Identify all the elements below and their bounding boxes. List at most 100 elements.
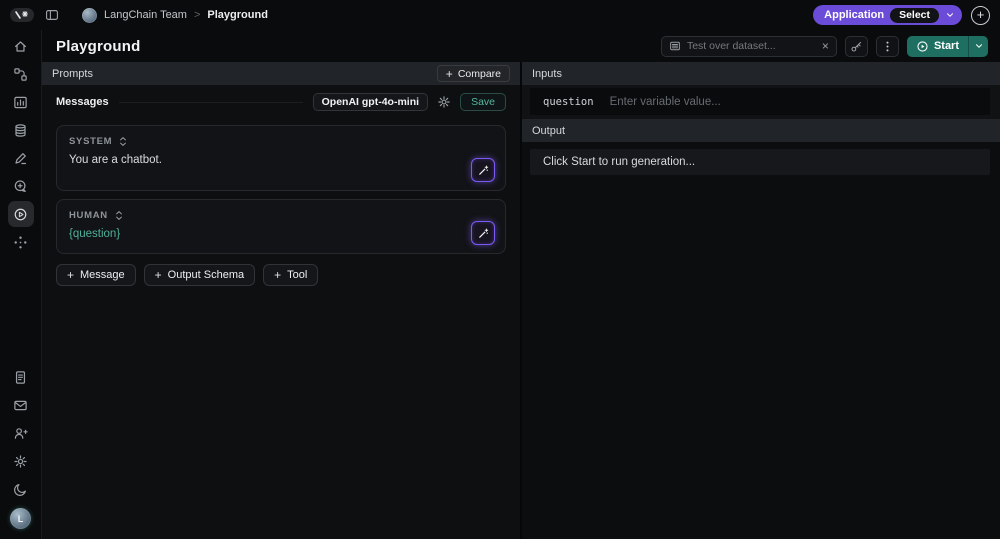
add-output-schema-label: Output Schema bbox=[167, 269, 245, 281]
deployment-icon bbox=[14, 236, 27, 248]
model-selector-button[interactable]: OpenAI gpt-4o-mini bbox=[312, 93, 429, 111]
sidebar-item-settings[interactable] bbox=[8, 448, 34, 474]
document-icon bbox=[15, 370, 26, 384]
add-message-button[interactable]: + Message bbox=[56, 264, 136, 286]
gear-icon bbox=[438, 96, 450, 108]
model-controls: OpenAI gpt-4o-mini Save bbox=[312, 93, 506, 111]
inputs-title: Inputs bbox=[532, 67, 562, 80]
workflow-icon bbox=[14, 67, 27, 81]
run-controls: × bbox=[660, 35, 988, 57]
inputs-section: question bbox=[522, 85, 1000, 119]
add-message-label: Message bbox=[80, 269, 125, 281]
user-avatar[interactable]: L bbox=[10, 508, 31, 529]
add-buttons-row: + Message + Output Schema + Tool bbox=[56, 264, 506, 286]
human-role-label: HUMAN bbox=[69, 210, 108, 221]
api-key-button[interactable] bbox=[844, 35, 868, 57]
bar-chart-icon bbox=[14, 96, 27, 108]
ai-improve-button[interactable] bbox=[471, 158, 495, 182]
langsmith-logo[interactable] bbox=[10, 8, 34, 22]
sidebar-item-docs[interactable] bbox=[8, 364, 34, 390]
output-title: Output bbox=[532, 124, 566, 137]
io-panel: Inputs question Output Click Start to ru… bbox=[522, 62, 1000, 539]
sidebar-rail: L bbox=[0, 30, 42, 539]
chevron-down-icon bbox=[975, 44, 982, 48]
prompts-panel: Prompts + Compare Messages OpenAI gpt-4o… bbox=[42, 62, 520, 539]
model-settings-button[interactable] bbox=[435, 93, 453, 111]
output-section: Click Start to run generation... bbox=[522, 142, 1000, 539]
sidebar-item-monitoring[interactable] bbox=[8, 89, 34, 115]
variable-name-label: question bbox=[543, 95, 594, 108]
sort-icon[interactable] bbox=[115, 210, 123, 221]
ai-improve-button[interactable] bbox=[471, 221, 495, 245]
clear-icon[interactable]: × bbox=[822, 40, 829, 52]
page-title: Playground bbox=[56, 37, 141, 55]
prompts-body: Messages OpenAI gpt-4o-mini Save SYSTEM … bbox=[42, 85, 520, 286]
sort-icon[interactable] bbox=[119, 136, 127, 147]
add-button[interactable]: + bbox=[971, 5, 990, 25]
gear-icon bbox=[14, 454, 27, 468]
moon-icon bbox=[14, 483, 26, 496]
sidebar-toggle-icon[interactable] bbox=[43, 6, 61, 24]
test-over-dataset-input[interactable]: × bbox=[660, 35, 837, 57]
play-icon bbox=[917, 40, 928, 52]
sidebar-item-inbox[interactable] bbox=[8, 392, 34, 418]
wand-icon bbox=[478, 165, 488, 175]
inputs-header: Inputs bbox=[522, 62, 1000, 85]
variable-value-input[interactable] bbox=[609, 95, 977, 108]
start-options-button[interactable] bbox=[968, 35, 988, 57]
divider bbox=[118, 101, 303, 103]
wand-icon bbox=[478, 228, 488, 238]
system-role-row: SYSTEM bbox=[69, 136, 493, 147]
sidebar-item-invite-user[interactable] bbox=[8, 420, 34, 446]
system-role-label: SYSTEM bbox=[69, 136, 113, 147]
system-message-card[interactable]: SYSTEM You are a chatbot. bbox=[56, 125, 506, 191]
application-selector[interactable]: Application Select bbox=[813, 5, 962, 25]
breadcrumb-separator-icon: > bbox=[193, 9, 201, 21]
output-hint-text: Click Start to run generation... bbox=[543, 156, 696, 168]
messages-toolbar: Messages OpenAI gpt-4o-mini Save bbox=[56, 87, 506, 117]
add-tool-button[interactable]: + Tool bbox=[263, 264, 319, 286]
sidebar-item-playground[interactable] bbox=[7, 201, 34, 227]
kebab-menu-icon bbox=[886, 41, 889, 51]
dark-mode-toggle[interactable] bbox=[8, 476, 34, 502]
human-message-card[interactable]: HUMAN {question} bbox=[56, 199, 506, 254]
compare-button[interactable]: + Compare bbox=[436, 65, 510, 82]
plus-icon: + bbox=[67, 268, 75, 282]
sidebar-item-prompts-hub[interactable] bbox=[8, 173, 34, 199]
plus-icon: + bbox=[976, 7, 985, 22]
start-label: Start bbox=[933, 40, 959, 52]
start-button[interactable]: Start bbox=[907, 36, 968, 57]
team-avatar[interactable] bbox=[82, 7, 97, 23]
sidebar-item-annotation[interactable] bbox=[8, 145, 34, 171]
key-icon bbox=[851, 41, 862, 51]
output-header: Output bbox=[522, 119, 1000, 142]
pencil-icon bbox=[15, 152, 27, 164]
user-avatar-initial: L bbox=[17, 513, 24, 524]
dataset-search-field[interactable] bbox=[686, 40, 816, 52]
application-label: Application bbox=[824, 9, 885, 21]
dataset-icon bbox=[670, 41, 680, 51]
breadcrumb-team[interactable]: LangChain Team bbox=[104, 9, 187, 21]
sidebar-item-tracing[interactable] bbox=[8, 61, 34, 87]
save-button[interactable]: Save bbox=[460, 93, 506, 111]
human-message-text[interactable]: {question} bbox=[69, 228, 493, 240]
sidebar-item-deployments[interactable] bbox=[8, 229, 34, 255]
database-icon bbox=[15, 123, 26, 137]
more-options-button[interactable] bbox=[875, 35, 899, 57]
add-tool-label: Tool bbox=[287, 269, 308, 281]
plus-icon: + bbox=[274, 268, 282, 282]
chevron-down-icon bbox=[947, 13, 953, 17]
plus-icon: + bbox=[445, 66, 453, 81]
plus-icon: + bbox=[154, 268, 162, 282]
human-role-row: HUMAN bbox=[69, 210, 493, 221]
home-icon bbox=[15, 40, 26, 52]
sidebar-item-datasets[interactable] bbox=[8, 117, 34, 143]
messages-label: Messages bbox=[56, 96, 109, 108]
sidebar-item-home[interactable] bbox=[8, 33, 34, 59]
breadcrumb-page: Playground bbox=[207, 9, 268, 21]
output-placeholder-row: Click Start to run generation... bbox=[530, 149, 990, 175]
variable-row: question bbox=[530, 88, 990, 115]
compare-label: Compare bbox=[457, 67, 501, 80]
system-message-text[interactable]: You are a chatbot. bbox=[69, 154, 493, 166]
add-output-schema-button[interactable]: + Output Schema bbox=[143, 264, 256, 286]
